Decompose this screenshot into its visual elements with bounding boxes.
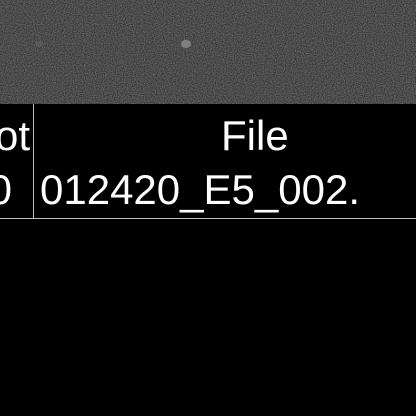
sem-micrograph-image [0, 0, 416, 104]
empty-black-area [0, 219, 416, 416]
left-column-value: 0 [0, 166, 12, 214]
file-column-header: File [221, 112, 289, 159]
scan-info-bar: ot 0 File 012420_E5_002. [0, 104, 416, 219]
column-divider [33, 104, 34, 218]
left-column-header: ot [0, 112, 30, 159]
sem-image-viewport: ot 0 File 012420_E5_002. [0, 0, 416, 416]
file-name-value: 012420_E5_002. [40, 166, 360, 213]
